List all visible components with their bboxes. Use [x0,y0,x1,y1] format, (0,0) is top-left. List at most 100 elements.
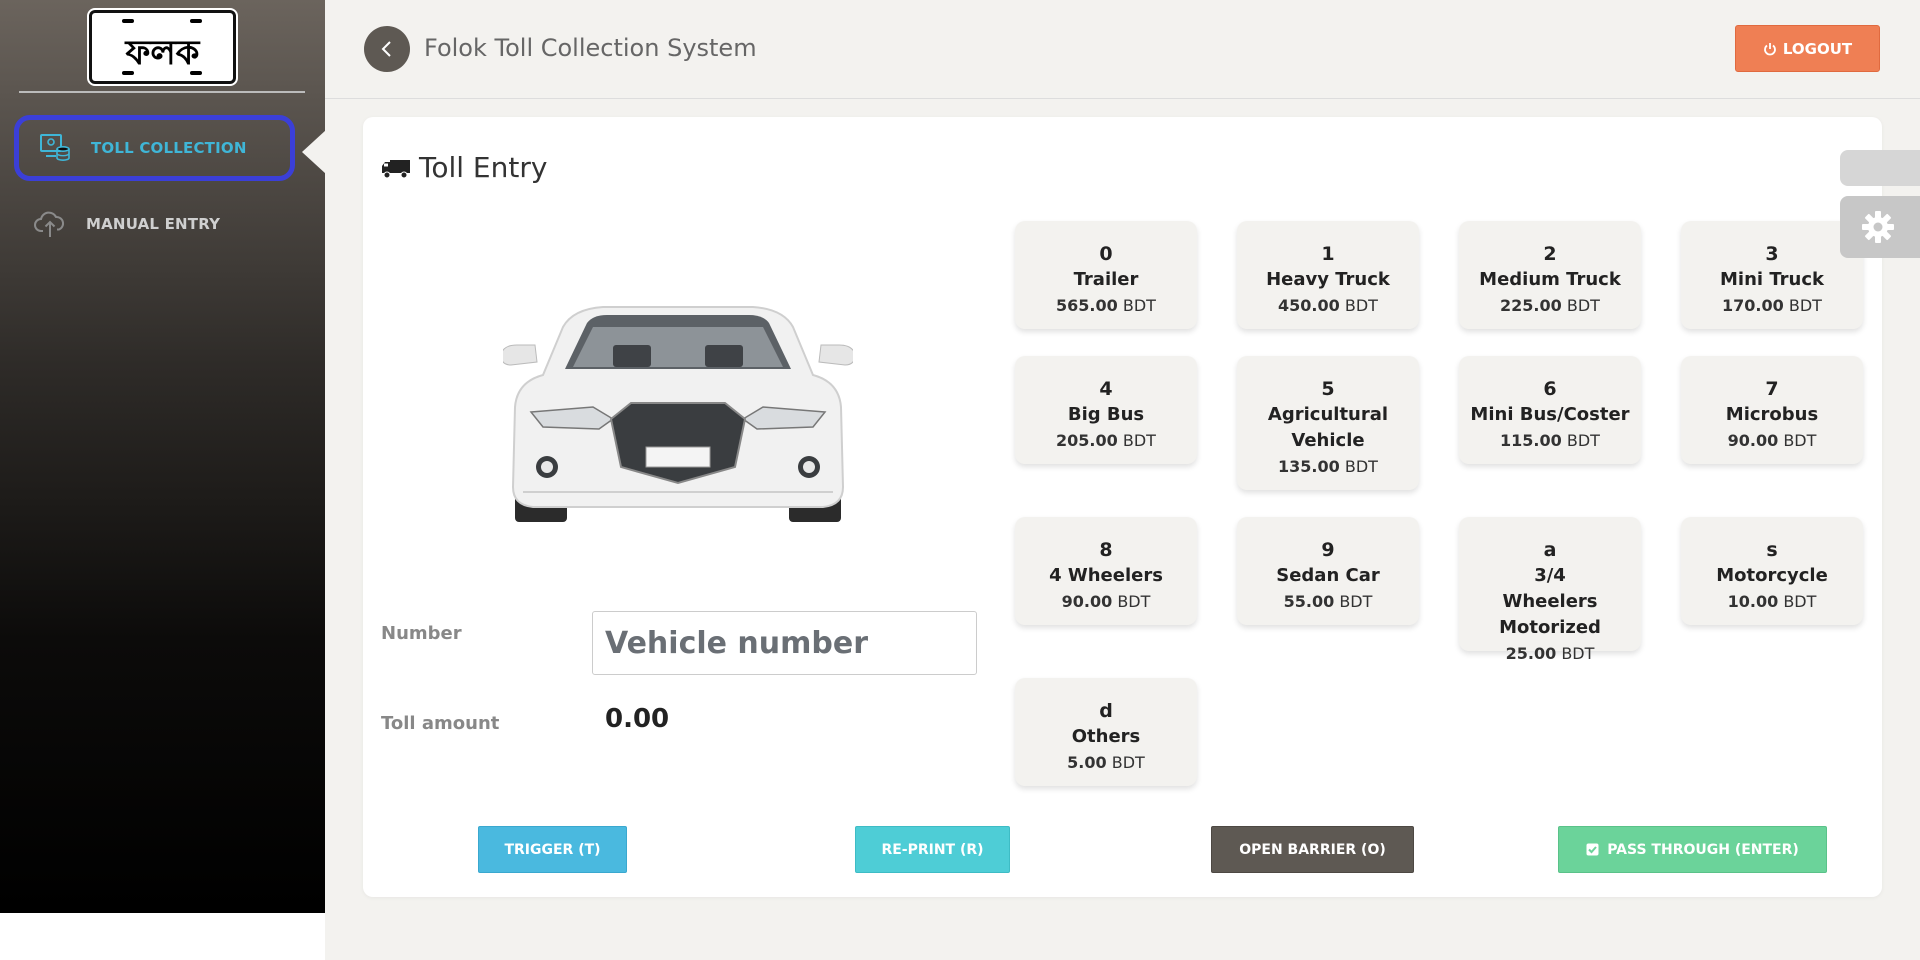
sidebar-footer [0,913,325,960]
vehicle-name: Motorcycle [1716,565,1828,586]
vehicle-name: Mini Bus/Coster [1470,404,1630,425]
toll-amount-value: 0.00 [605,704,670,734]
currency-label: BDT [1783,592,1817,611]
vehicle-tile-big-bus[interactable]: 4 Big Bus 205.00 BDT [1015,356,1197,464]
checkbox-checked-icon [1586,843,1599,856]
vehicle-name: 4 Wheelers [1049,565,1163,586]
sidebar-item-label: TOLL COLLECTION [91,139,247,157]
price-value: 135.00 [1278,457,1340,476]
vehicle-number-input[interactable] [592,611,977,675]
sidebar-item-label: MANUAL ENTRY [86,215,221,233]
pass-through-button[interactable]: PASS THROUGH (ENTER) [1558,826,1827,873]
vehicle-key: a [1543,539,1557,561]
vehicle-price: 55.00 BDT [1237,589,1419,615]
vehicle-price: 115.00 BDT [1459,428,1641,454]
open-barrier-label: OPEN BARRIER (O) [1239,841,1386,858]
vehicle-key: 4 [1099,378,1113,400]
logout-button[interactable]: LOGOUT [1735,25,1880,72]
vehicle-price: 135.00 BDT [1237,454,1419,480]
vehicle-tile-motorcycle[interactable]: s Motorcycle 10.00 BDT [1681,517,1863,625]
currency-label: BDT [1122,296,1156,315]
vehicle-key: s [1766,539,1778,561]
logout-label: LOGOUT [1782,39,1853,58]
vehicle-tile-3-4-wheelers[interactable]: a 3/4 Wheelers Motorized 25.00 BDT [1459,517,1641,663]
cloud-upload-icon [34,211,65,237]
vehicle-name: Others [1071,726,1141,747]
vehicle-key: 1 [1321,243,1335,265]
vehicle-price: 5.00 BDT [1015,750,1197,776]
vehicle-image [503,306,853,522]
vehicle-price: 565.00 BDT [1015,293,1197,319]
pass-through-label: PASS THROUGH (ENTER) [1607,841,1799,858]
vehicle-tile-sedan-car[interactable]: 9 Sedan Car 55.00 BDT [1237,517,1419,625]
vehicle-tile-microbus[interactable]: 7 Microbus 90.00 BDT [1681,356,1863,464]
active-indicator [302,130,326,174]
vehicle-price: 205.00 BDT [1015,428,1197,454]
open-barrier-button[interactable]: OPEN BARRIER (O) [1211,826,1414,873]
settings-tab[interactable] [1840,196,1920,258]
app-logo: ফলক [87,8,238,86]
vehicle-name: 3/4 Wheelers Motorized [1499,565,1601,638]
logo-dash [190,19,202,23]
price-value: 170.00 [1722,296,1784,315]
vehicle-key: 8 [1099,539,1113,561]
vehicle-name: Mini Truck [1720,269,1824,290]
price-value: 90.00 [1061,592,1113,611]
vehicle-tile-others[interactable]: d Others 5.00 BDT [1015,678,1197,786]
reprint-button[interactable]: RE-PRINT (R) [855,826,1010,873]
truck-icon [382,159,410,178]
vehicle-name: Microbus [1725,404,1819,425]
toll-entry-card: Toll Entry Number Toll amount 0.00 0 Tra… [363,117,1882,897]
trigger-label: TRIGGER (T) [504,841,601,858]
vehicle-tile-medium-truck[interactable]: 2 Medium Truck 225.00 BDT [1459,221,1641,329]
currency-label: BDT [1566,296,1600,315]
page-title: Folok Toll Collection System [424,34,757,62]
price-value: 205.00 [1056,431,1118,450]
number-label: Number [381,623,462,644]
settings-tab-secondary[interactable] [1840,150,1920,186]
reprint-label: RE-PRINT (R) [881,841,984,858]
price-value: 115.00 [1500,431,1562,450]
sidebar-item-manual-entry[interactable]: MANUAL ENTRY [14,192,295,256]
vehicle-key: 0 [1099,243,1113,265]
price-value: 565.00 [1056,296,1118,315]
logo-text: ফলক [125,33,200,73]
toll-collection-icon [40,134,70,162]
price-value: 10.00 [1727,592,1779,611]
top-header: Folok Toll Collection System LOGOUT [325,0,1920,99]
currency-label: BDT [1344,296,1378,315]
vehicle-name: Trailer [1073,269,1139,290]
vehicle-key: 5 [1321,378,1335,400]
vehicle-price: 170.00 BDT [1681,293,1863,319]
chevron-left-icon [381,41,391,57]
vehicle-tile-agricultural-vehicle[interactable]: 5 Agricultural Vehicle 135.00 BDT [1237,356,1419,490]
gear-icon [1862,211,1894,243]
vehicle-name: Medium Truck [1479,269,1621,290]
vehicle-price: 90.00 BDT [1681,428,1863,454]
price-value: 55.00 [1283,592,1335,611]
vehicle-tile-heavy-truck[interactable]: 1 Heavy Truck 450.00 BDT [1237,221,1419,329]
vehicle-tile-4-wheelers[interactable]: 8 4 Wheelers 90.00 BDT [1015,517,1197,625]
vehicle-tile-mini-bus[interactable]: 6 Mini Bus/Coster 115.00 BDT [1459,356,1641,464]
vehicle-key: d [1099,700,1113,722]
currency-label: BDT [1561,644,1595,663]
currency-label: BDT [1339,592,1373,611]
vehicle-name: Sedan Car [1276,565,1380,586]
sidebar-divider [19,91,305,93]
price-value: 90.00 [1727,431,1779,450]
logo-dash [122,19,134,23]
sidebar: ফলক TOLL COLLECTION MANUAL ENTRY [0,0,325,913]
currency-label: BDT [1111,753,1145,772]
sidebar-item-toll-collection[interactable]: TOLL COLLECTION [14,115,295,181]
back-button[interactable] [364,26,410,72]
vehicle-tile-trailer[interactable]: 0 Trailer 565.00 BDT [1015,221,1197,329]
vehicle-name: Agricultural Vehicle [1267,404,1389,451]
price-value: 25.00 [1505,644,1557,663]
currency-label: BDT [1117,592,1151,611]
vehicle-price: 450.00 BDT [1237,293,1419,319]
vehicle-key: 7 [1765,378,1779,400]
vehicle-tile-mini-truck[interactable]: 3 Mini Truck 170.00 BDT [1681,221,1863,329]
vehicle-key: 3 [1765,243,1779,265]
trigger-button[interactable]: TRIGGER (T) [478,826,627,873]
price-value: 225.00 [1500,296,1562,315]
